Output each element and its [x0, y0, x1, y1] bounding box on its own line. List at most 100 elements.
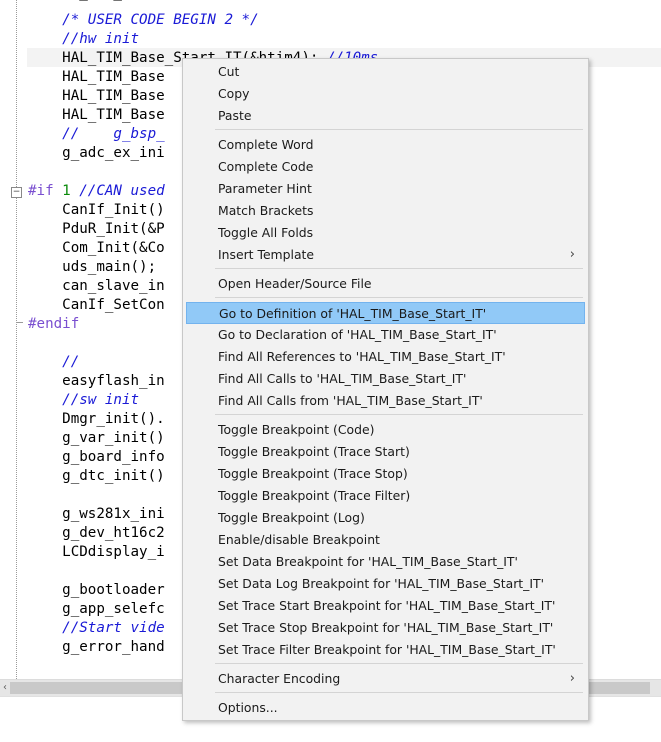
code-line: Dmgr_init().: [28, 410, 165, 429]
code-token: HAL_TIM_Base: [28, 69, 165, 85]
code-token: g_adc_ex_ini: [28, 145, 165, 161]
menu-item-toggle-breakpoint-code[interactable]: Toggle Breakpoint (Code): [186, 419, 585, 441]
code-token: PduR_Init(&P: [28, 221, 165, 237]
menu-item-match-brackets[interactable]: Match Brackets: [186, 200, 585, 222]
menu-item-label: Options...: [218, 700, 278, 715]
menu-item-label: Open Header/Source File: [218, 276, 372, 291]
code-line: g_error_hand: [28, 638, 165, 657]
menu-item-label: Toggle Breakpoint (Trace Stop): [218, 466, 408, 481]
code-line: g_adc_ex_ini: [28, 144, 165, 163]
code-line: uds_main();: [28, 258, 156, 277]
menu-item-label: Set Trace Start Breakpoint for 'HAL_TIM_…: [218, 598, 556, 613]
menu-item-open-header-source-file[interactable]: Open Header/Source File: [186, 273, 585, 295]
code-token: g_dev_ht16c2: [28, 525, 165, 541]
code-token: g_bootloader: [28, 582, 165, 598]
menu-item-label: Set Data Breakpoint for 'HAL_TIM_Base_St…: [218, 554, 518, 569]
code-line: MX_RTC_Init();: [28, 0, 182, 3]
menu-item-label: Set Trace Stop Breakpoint for 'HAL_TIM_B…: [218, 620, 554, 635]
code-token: g_ws281x_ini: [28, 506, 165, 522]
code-line: /* USER CODE BEGIN 2 */: [28, 11, 259, 30]
menu-item-find-all-calls-from-hal-tim-base-start-i[interactable]: Find All Calls from 'HAL_TIM_Base_Start_…: [186, 390, 585, 412]
menu-item-set-trace-stop-breakpoint-for-hal-tim-ba[interactable]: Set Trace Stop Breakpoint for 'HAL_TIM_B…: [186, 617, 585, 639]
menu-item-parameter-hint[interactable]: Parameter Hint: [186, 178, 585, 200]
code-line: HAL_TIM_Base: [28, 106, 165, 125]
menu-item-find-all-calls-to-hal-tim-base-start-it[interactable]: Find All Calls to 'HAL_TIM_Base_Start_IT…: [186, 368, 585, 390]
menu-item-label: Copy: [218, 86, 250, 101]
code-token: /* USER CODE BEGIN 2 */: [28, 12, 259, 28]
code-line: #endif: [28, 315, 79, 334]
fold-toggle-icon[interactable]: −: [11, 187, 22, 198]
menu-item-character-encoding[interactable]: Character Encoding ›: [186, 668, 585, 690]
menu-item-go-to-definition-of-hal-tim-base-start-i[interactable]: Go to Definition of 'HAL_TIM_Base_Start_…: [186, 302, 585, 324]
menu-item-set-data-breakpoint-for-hal-tim-base-sta[interactable]: Set Data Breakpoint for 'HAL_TIM_Base_St…: [186, 551, 585, 573]
code-line: can_slave_in: [28, 277, 165, 296]
menu-item-find-all-references-to-hal-tim-base-star[interactable]: Find All References to 'HAL_TIM_Base_Sta…: [186, 346, 585, 368]
code-token: Dmgr_init().: [28, 411, 165, 427]
menu-item-set-data-log-breakpoint-for-hal-tim-base[interactable]: Set Data Log Breakpoint for 'HAL_TIM_Bas…: [186, 573, 585, 595]
code-line: LCDdisplay_i: [28, 543, 165, 562]
code-token: //: [28, 354, 80, 370]
menu-item-label: Parameter Hint: [218, 181, 312, 196]
code-line: g_dev_ht16c2: [28, 524, 165, 543]
menu-item-go-to-declaration-of-hal-tim-base-start-[interactable]: Go to Declaration of 'HAL_TIM_Base_Start…: [186, 324, 585, 346]
menu-item-label: Find All Calls to 'HAL_TIM_Base_Start_IT…: [218, 371, 467, 386]
code-token: HAL_TIM_Base: [28, 88, 165, 104]
code-token: 1: [62, 183, 80, 199]
code-line: HAL_TIM_Base: [28, 68, 165, 87]
code-line: g_app_selefc: [28, 600, 165, 619]
code-token: //Start vide: [28, 620, 165, 636]
submenu-arrow-icon: ›: [569, 671, 575, 686]
menu-item-label: Toggle Breakpoint (Log): [218, 510, 365, 525]
code-token: CanIf_Init(): [28, 202, 165, 218]
menu-item-label: Complete Word: [218, 137, 314, 152]
menu-item-insert-template[interactable]: Insert Template ›: [186, 244, 585, 266]
code-token: LCDdisplay_i: [28, 544, 165, 560]
menu-item-options[interactable]: Options...: [186, 697, 585, 719]
menu-separator: [215, 692, 583, 693]
code-token: g_board_info: [28, 449, 165, 465]
menu-item-enable-disable-breakpoint[interactable]: Enable/disable Breakpoint: [186, 529, 585, 551]
menu-item-toggle-breakpoint-trace-stop[interactable]: Toggle Breakpoint (Trace Stop): [186, 463, 585, 485]
code-line: //Start vide: [28, 619, 165, 638]
menu-item-label: Set Trace Filter Breakpoint for 'HAL_TIM…: [218, 642, 556, 657]
code-line: g_bootloader: [28, 581, 165, 600]
code-line: HAL_TIM_Base: [28, 87, 165, 106]
menu-item-label: Find All References to 'HAL_TIM_Base_Sta…: [218, 349, 506, 364]
menu-item-complete-code[interactable]: Complete Code: [186, 156, 585, 178]
menu-separator: [215, 663, 583, 664]
menu-item-paste[interactable]: Paste: [186, 105, 585, 127]
code-line: //: [28, 353, 79, 372]
code-line: PduR_Init(&P: [28, 220, 165, 239]
menu-item-label: Insert Template: [218, 247, 315, 262]
scroll-left-arrow-icon[interactable]: ‹: [0, 680, 10, 696]
code-line: CanIf_Init(): [28, 201, 165, 220]
menu-item-toggle-breakpoint-trace-filter[interactable]: Toggle Breakpoint (Trace Filter): [186, 485, 585, 507]
code-line: //sw init: [28, 391, 139, 410]
code-token: g_var_init(): [28, 430, 165, 446]
code-line: Com_Init(&Co: [28, 239, 165, 258]
menu-item-label: Toggle Breakpoint (Trace Start): [218, 444, 410, 459]
code-line: easyflash_in: [28, 372, 165, 391]
code-token: //hw init: [28, 31, 140, 47]
menu-separator: [215, 129, 583, 130]
menu-item-toggle-breakpoint-trace-start[interactable]: Toggle Breakpoint (Trace Start): [186, 441, 585, 463]
menu-item-toggle-breakpoint-log[interactable]: Toggle Breakpoint (Log): [186, 507, 585, 529]
code-line: g_dtc_init(): [28, 467, 165, 486]
menu-item-toggle-all-folds[interactable]: Toggle All Folds: [186, 222, 585, 244]
menu-item-complete-word[interactable]: Complete Word: [186, 134, 585, 156]
code-token: // g_bsp_: [28, 126, 165, 142]
menu-item-set-trace-start-breakpoint-for-hal-tim-b[interactable]: Set Trace Start Breakpoint for 'HAL_TIM_…: [186, 595, 585, 617]
code-token: //CAN used: [79, 183, 165, 199]
fold-end-marker: [16, 322, 23, 323]
code-line: //hw init: [28, 30, 139, 49]
menu-item-set-trace-filter-breakpoint-for-hal-tim-[interactable]: Set Trace Filter Breakpoint for 'HAL_TIM…: [186, 639, 585, 661]
context-menu: Cut Copy Paste Complete Word Complete Code Pa…: [182, 58, 589, 721]
code-token: can_slave_in: [28, 278, 165, 294]
editor-gutter[interactable]: −: [0, 0, 26, 679]
menu-item-label: Toggle Breakpoint (Code): [218, 422, 375, 437]
code-token: #if: [28, 183, 63, 199]
code-token: g_app_selefc: [28, 601, 165, 617]
menu-item-copy[interactable]: Copy: [186, 83, 585, 105]
code-token: #endif: [28, 316, 80, 332]
menu-item-cut[interactable]: Cut: [186, 61, 585, 83]
